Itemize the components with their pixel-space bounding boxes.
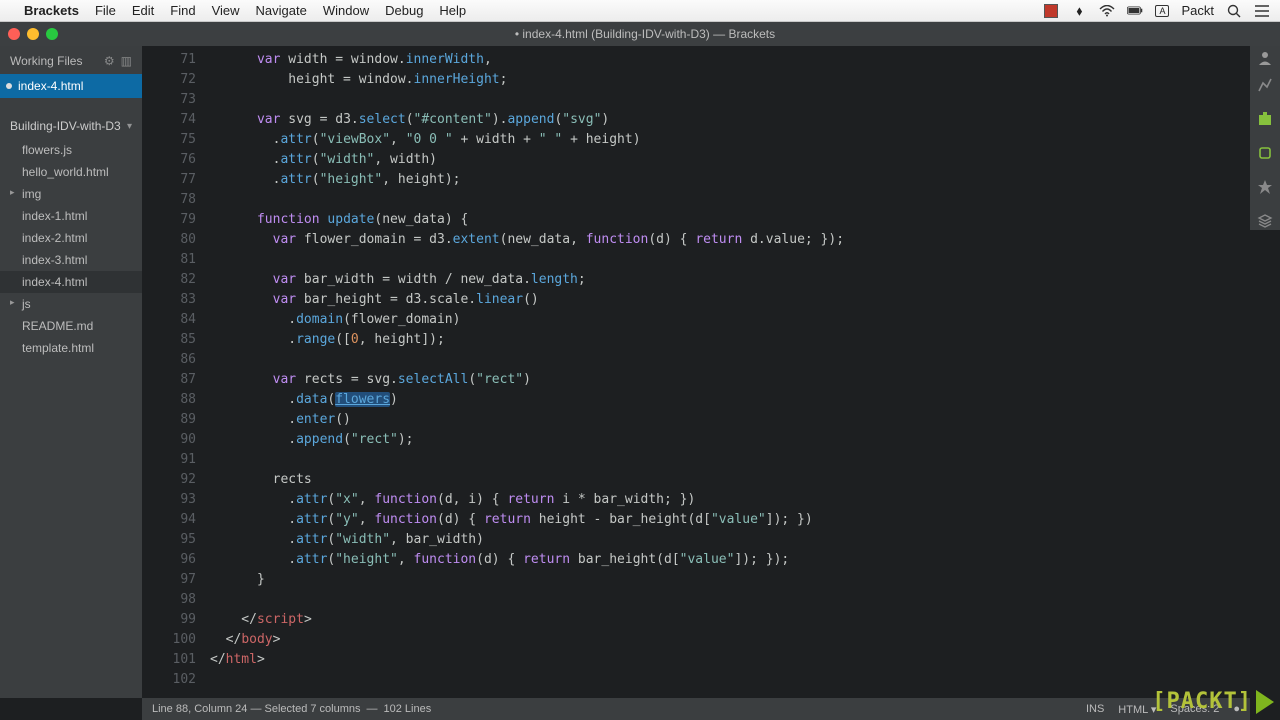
tree-file[interactable]: hello_world.html [0, 161, 142, 183]
packt-logo: [PACKT] [1152, 689, 1274, 714]
tree-file[interactable]: index-2.html [0, 227, 142, 249]
app-name[interactable]: Brackets [24, 3, 79, 18]
working-file-item[interactable]: index-4.html [0, 74, 142, 98]
macos-menubar: Brackets File Edit Find View Navigate Wi… [0, 0, 1280, 22]
gear-icon[interactable]: ⚙ [104, 54, 115, 68]
user-icon[interactable] [1250, 46, 1280, 70]
tray-user[interactable]: Packt [1181, 3, 1214, 18]
beautify-icon[interactable] [1256, 178, 1274, 196]
cursor-status: Line 88, Column 24 — Selected 7 columns [152, 703, 361, 715]
line-count: 102 Lines [384, 703, 432, 715]
project-name: Building-IDV-with-D3 [10, 119, 121, 133]
traffic-lights [8, 28, 58, 40]
extension-rail [1250, 70, 1280, 230]
layers-icon[interactable] [1256, 212, 1274, 230]
window-titlebar: • index-4.html (Building-IDV-with-D3) — … [0, 22, 1280, 46]
window-title: • index-4.html (Building-IDV-with-D3) — … [72, 27, 1218, 41]
window-close[interactable] [8, 28, 20, 40]
extension-manager-icon[interactable] [1256, 110, 1274, 128]
tree-file[interactable]: index-4.html [0, 271, 142, 293]
line-gutter: 7172737475767778798081828384858687888990… [142, 46, 210, 698]
code-editor[interactable]: 7172737475767778798081828384858687888990… [142, 46, 1250, 698]
status-bar: Line 88, Column 24 — Selected 7 columns … [142, 698, 1250, 720]
menu-navigate[interactable]: Navigate [256, 3, 307, 18]
working-files-label: Working Files [10, 54, 82, 68]
window-minimize[interactable] [27, 28, 39, 40]
menu-icon[interactable] [1254, 4, 1270, 18]
menu-find[interactable]: Find [170, 3, 195, 18]
spotlight-icon[interactable] [1226, 4, 1242, 18]
tree-folder[interactable]: js [0, 293, 142, 315]
wifi-icon[interactable] [1099, 4, 1115, 18]
window-maximize[interactable] [46, 28, 58, 40]
keyboard-icon[interactable]: A [1155, 5, 1169, 17]
sidebar: Working Files ⚙ ▥ index-4.html Building-… [0, 46, 142, 698]
tree-file[interactable]: index-3.html [0, 249, 142, 271]
menu-window[interactable]: Window [323, 3, 369, 18]
tree-file[interactable]: README.md [0, 315, 142, 337]
menu-help[interactable]: Help [439, 3, 466, 18]
code-content[interactable]: var width = window.innerWidth, height = … [210, 46, 1250, 698]
split-icon[interactable]: ▥ [121, 54, 132, 68]
language-mode[interactable]: HTML ▾ [1118, 703, 1156, 716]
battery-icon[interactable] [1127, 4, 1143, 18]
menu-file[interactable]: File [95, 3, 116, 18]
tree-folder[interactable]: img [0, 183, 142, 205]
dropbox-icon[interactable]: ⬧ [1071, 4, 1087, 18]
working-files-header: Working Files ⚙ ▥ [0, 46, 142, 74]
menu-edit[interactable]: Edit [132, 3, 154, 18]
menu-debug[interactable]: Debug [385, 3, 423, 18]
tree-file[interactable]: index-1.html [0, 205, 142, 227]
chevron-down-icon: ▾ [127, 121, 132, 132]
plugin-icon[interactable] [1256, 144, 1274, 162]
tree-file[interactable]: template.html [0, 337, 142, 359]
tree-file[interactable]: flowers.js [0, 139, 142, 161]
menu-view[interactable]: View [212, 3, 240, 18]
insert-mode[interactable]: INS [1086, 703, 1104, 715]
record-icon[interactable] [1043, 4, 1059, 18]
project-header[interactable]: Building-IDV-with-D3 ▾ [0, 110, 142, 139]
live-preview-icon[interactable] [1256, 76, 1274, 94]
macos-tray: ⬧ A Packt [1043, 3, 1270, 18]
